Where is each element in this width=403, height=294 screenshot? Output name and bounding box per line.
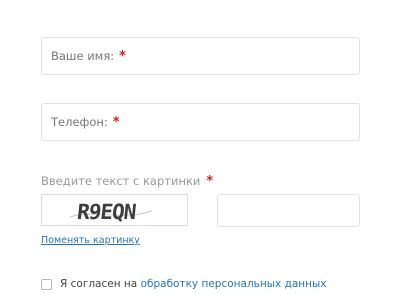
captcha-required-mark: * bbox=[206, 174, 214, 189]
phone-required-mark: * bbox=[112, 115, 120, 130]
personal-data-link[interactable]: обработку персональных данных bbox=[141, 278, 327, 290]
captcha-image: R9EQN bbox=[41, 194, 188, 226]
phone-field[interactable]: Телефон: * bbox=[41, 103, 360, 141]
consent-checkbox[interactable] bbox=[41, 279, 52, 290]
name-field-label: Ваше имя: * bbox=[51, 49, 126, 64]
consent-label: Я согласен на обработку персональных дан… bbox=[60, 278, 327, 290]
name-required-mark: * bbox=[119, 49, 126, 64]
name-field[interactable]: Ваше имя: * bbox=[41, 37, 360, 75]
change-captcha-link[interactable]: Поменять картинку bbox=[41, 235, 140, 246]
captcha-label: Введите текст с картинки * bbox=[41, 174, 214, 189]
captcha-text: R9EQN bbox=[76, 199, 137, 224]
captcha-input[interactable] bbox=[217, 194, 360, 227]
phone-field-label: Телефон: * bbox=[51, 115, 120, 130]
